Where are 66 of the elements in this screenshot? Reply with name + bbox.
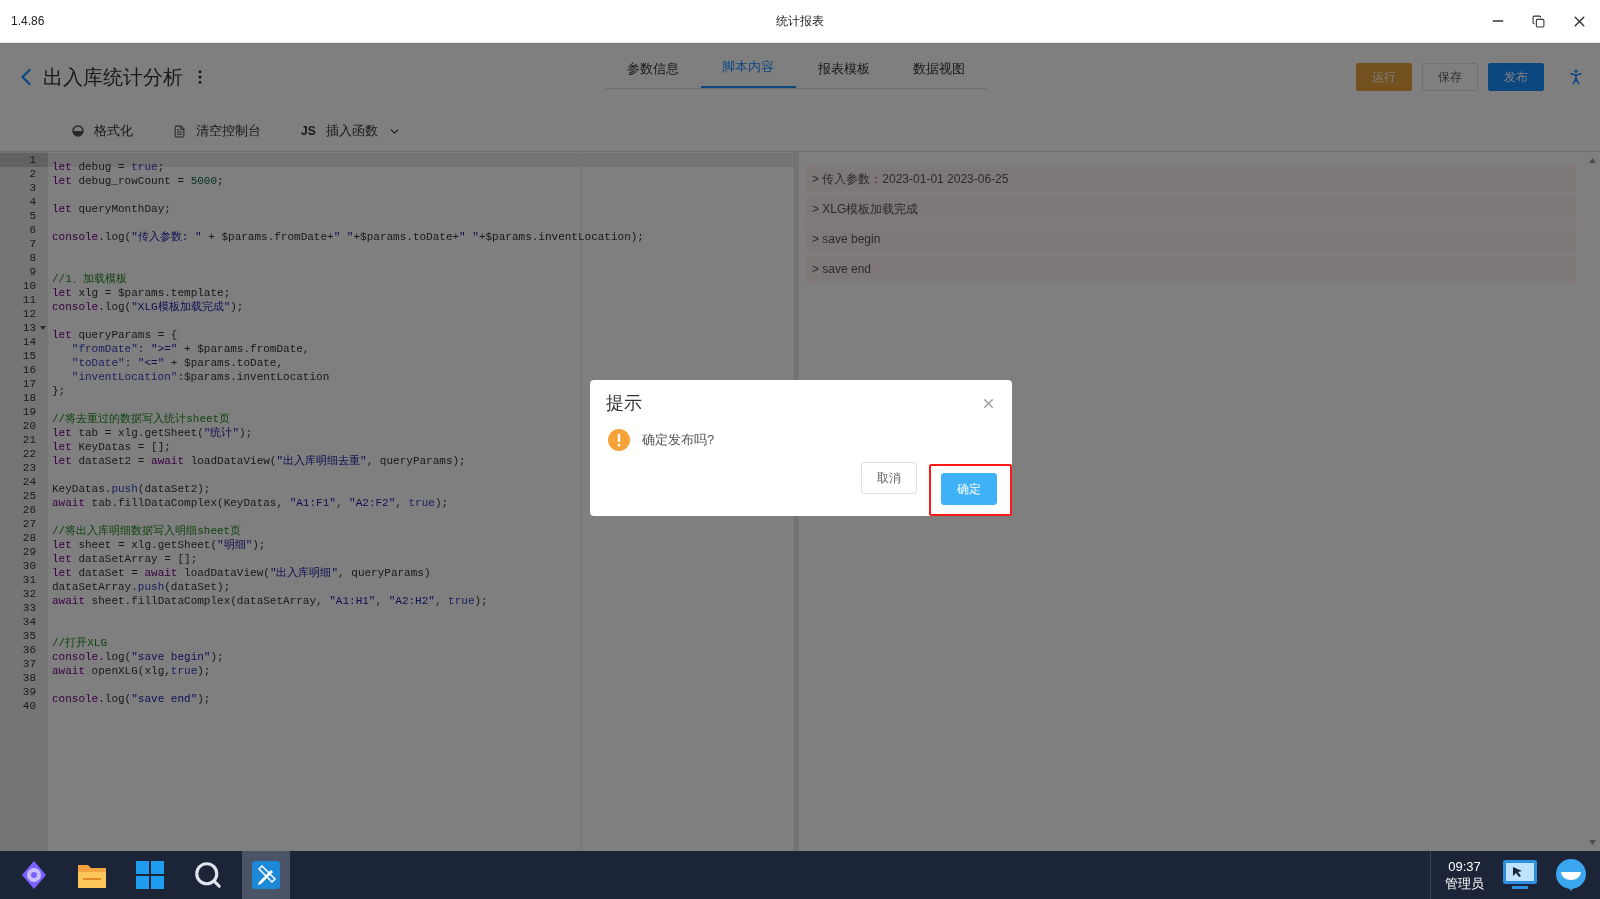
code-line: console.log("XLG模板加载完成"); <box>52 301 244 313</box>
code-line: let debug = true; <box>52 161 165 173</box>
user-name: 管理员 <box>1445 875 1484 892</box>
code-line: //1、加载模板 <box>52 273 127 285</box>
code-line: let dataSet = await loadDataView("出入库明细", queryParams) <box>52 567 431 579</box>
code-line: let sheet = xlg.getSheet("明细"); <box>52 539 266 551</box>
code-line: await tab.fillDataComplex(KeyDatas, "A1:F1", "A2:F2", true); <box>52 497 449 509</box>
code-line: let queryMonthDay; <box>52 203 171 215</box>
dialog-message: 确定发布吗? <box>642 431 715 450</box>
code-line: "inventLocation":$params.inventLocation <box>70 371 330 383</box>
half-circle-icon <box>72 125 84 137</box>
warning-icon <box>608 428 630 451</box>
code-line: let debug_rowCount = 5000; <box>52 175 224 187</box>
header-button[interactable]: 发布 <box>1488 63 1544 91</box>
toolbar-label: 插入函数 <box>325 122 378 141</box>
console-entry: > save end <box>807 255 1576 283</box>
code-line: let tab = xlg.getSheet("统计"); <box>52 427 253 439</box>
version-label: 1.4.86 <box>11 13 45 30</box>
code-line: KeyDatas.push(dataSet2); <box>52 483 211 495</box>
toolbar-label: 格式化 <box>94 122 133 141</box>
code-line: await sheet.fillDataComplex(dataSetArray, "A1:H1", "A2:H2", true); <box>52 595 488 607</box>
toolbar-button[interactable]: 清空控制台 <box>173 121 261 141</box>
dialog-button[interactable]: 确定 <box>941 473 997 505</box>
windows-icon <box>135 860 165 890</box>
tab[interactable]: 报表模板 <box>796 55 892 88</box>
code-line: "toDate": "<=" + $params.toDate, <box>70 357 284 369</box>
code-line: }; <box>52 385 66 397</box>
toolbar-button[interactable]: JS 插入函数 <box>301 121 401 141</box>
code-line: //将去重过的数据写入统计sheet页 <box>52 413 231 425</box>
code-line: let KeyDatas = []; <box>52 441 171 453</box>
tab[interactable]: 数据视图 <box>891 55 987 88</box>
code-line: await openXLG(xlg,true); <box>52 665 211 677</box>
dialog-button[interactable]: 取消 <box>861 462 917 494</box>
console-entry: > XLG模板加载完成 <box>807 195 1576 223</box>
code-line: dataSetArray.push(dataSet); <box>52 581 231 593</box>
page-title: 出入库统计分析 <box>43 65 183 90</box>
fold-icon[interactable] <box>40 326 46 330</box>
code-line: let xlg = $params.template; <box>52 287 231 299</box>
console-entry: > 传入参数：2023-01-01 2023-06-25 <box>807 165 1576 193</box>
code-line: //打开XLG <box>52 637 107 649</box>
pencil-ruler-icon <box>251 860 281 890</box>
code-line: "fromDate": ">=" + $params.fromDate, <box>70 343 310 355</box>
header-button[interactable]: 保存 <box>1422 63 1478 91</box>
console-entry: > save begin <box>807 225 1576 253</box>
code-line: let queryParams = { <box>52 329 178 341</box>
chat-bubble-icon[interactable] <box>1554 858 1588 892</box>
document-icon <box>173 124 186 138</box>
taskbar-app[interactable] <box>242 851 290 899</box>
restore-icon[interactable] <box>1532 14 1545 28</box>
search-icon <box>193 860 223 890</box>
code-line: console.log("save begin"); <box>52 651 224 663</box>
line-number: 1 <box>0 153 48 167</box>
js-label: JS <box>301 123 316 140</box>
code-line: let dataSetArray = []; <box>52 553 198 565</box>
window-title: 统计报表 <box>776 13 824 30</box>
dialog-title: 提示 <box>606 391 642 415</box>
tab[interactable]: 参数信息 <box>605 55 701 88</box>
code-line: console.log("save end"); <box>52 693 211 705</box>
toolbar-label: 清空控制台 <box>196 122 261 141</box>
toolbar-button[interactable]: 格式化 <box>72 121 133 141</box>
code-line: //将出入库明细数据写入明细sheet页 <box>52 525 242 537</box>
clock-time: 09:37 <box>1448 858 1481 875</box>
code-line: console.log("传入参数: " + $params.fromDate+" "+$params.toDate+" "+$params.inventLocation); <box>52 231 644 243</box>
code-line: let dataSet2 = await loadDataView("出入库明细去重", queryParams); <box>52 455 466 467</box>
tab[interactable]: 脚本内容 <box>700 55 796 88</box>
monitor-icon[interactable] <box>1502 859 1538 891</box>
